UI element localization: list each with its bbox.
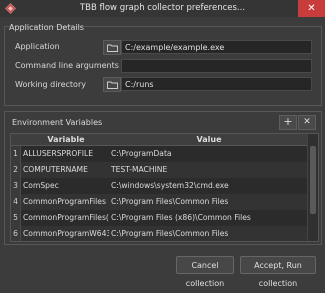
row-number: 3 xyxy=(11,178,21,194)
scrollbar-thumb[interactable] xyxy=(310,146,316,214)
environment-table[interactable]: Variable Value 1 ALLUSERSPROFILE C:\Prog… xyxy=(10,133,319,242)
variable-cell[interactable]: ALLUSERSPROFILE xyxy=(23,146,109,162)
value-cell[interactable]: TEST-MACHINE xyxy=(111,162,307,178)
value-cell[interactable]: C:\Program Files (x86)\Common Files xyxy=(111,210,307,226)
application-browse-button[interactable] xyxy=(103,40,121,55)
application-field[interactable]: C:/example/example.exe xyxy=(121,40,312,54)
title-bar: TBB flow graph collector preferences... … xyxy=(0,0,325,17)
table-header: Variable Value xyxy=(11,134,307,146)
working-directory-field[interactable]: C:/runs xyxy=(121,77,312,91)
value-cell[interactable]: C:\windows\system32\cmd.exe xyxy=(111,178,307,194)
column-header-value[interactable]: Value xyxy=(111,134,307,145)
add-variable-button[interactable]: + xyxy=(279,115,297,130)
variable-cell[interactable]: CommonProgramFiles xyxy=(23,194,109,210)
table-row[interactable]: 1 ALLUSERSPROFILE C:\ProgramData xyxy=(11,146,307,162)
window-title: TBB flow graph collector preferences... xyxy=(79,3,246,13)
row-number: 2 xyxy=(11,162,21,178)
table-vertical-scrollbar[interactable] xyxy=(307,134,318,241)
value-cell[interactable]: C:\Program Files\Common Files xyxy=(111,194,307,210)
variable-cell[interactable]: CommonProgramFiles(x... xyxy=(23,210,109,226)
environment-variables-title: Environment Variables xyxy=(12,118,103,127)
accept-run-collection-button[interactable]: Accept, Run collection xyxy=(240,256,316,288)
table-row[interactable]: 6 CommonProgramW6432 C:\Program Files\Co… xyxy=(11,226,307,241)
cancel-collection-button[interactable]: Cancel collection xyxy=(176,256,234,288)
working-directory-label: Working directory xyxy=(15,80,86,89)
row-number: 5 xyxy=(11,210,21,226)
table-row[interactable]: 5 CommonProgramFiles(x... C:\Program Fil… xyxy=(11,210,307,226)
row-number: 4 xyxy=(11,194,21,210)
working-directory-browse-button[interactable] xyxy=(103,77,121,92)
application-details-title: Application Details xyxy=(9,23,84,32)
value-cell[interactable]: C:\ProgramData xyxy=(111,146,307,162)
table-row[interactable]: 4 CommonProgramFiles C:\Program Files\Co… xyxy=(11,194,307,210)
variable-cell[interactable]: COMPUTERNAME xyxy=(23,162,109,178)
variable-cell[interactable]: ComSpec xyxy=(23,178,109,194)
folder-icon xyxy=(106,44,118,52)
command-line-arguments-label: Command line arguments xyxy=(15,61,119,70)
value-cell[interactable]: C:\Program Files\Common Files xyxy=(111,226,307,241)
folder-icon xyxy=(106,81,118,89)
remove-variable-button[interactable]: ✕ xyxy=(298,115,316,130)
column-header-variable[interactable]: Variable xyxy=(23,134,109,145)
command-line-arguments-field[interactable] xyxy=(121,59,312,73)
table-row[interactable]: 3 ComSpec C:\windows\system32\cmd.exe xyxy=(11,178,307,194)
close-button[interactable]: ✕ xyxy=(298,0,325,17)
application-label: Application xyxy=(15,42,60,51)
row-number: 1 xyxy=(11,146,21,162)
row-number: 6 xyxy=(11,226,21,241)
variable-cell[interactable]: CommonProgramW6432 xyxy=(23,226,109,241)
table-row[interactable]: 2 COMPUTERNAME TEST-MACHINE xyxy=(11,162,307,178)
